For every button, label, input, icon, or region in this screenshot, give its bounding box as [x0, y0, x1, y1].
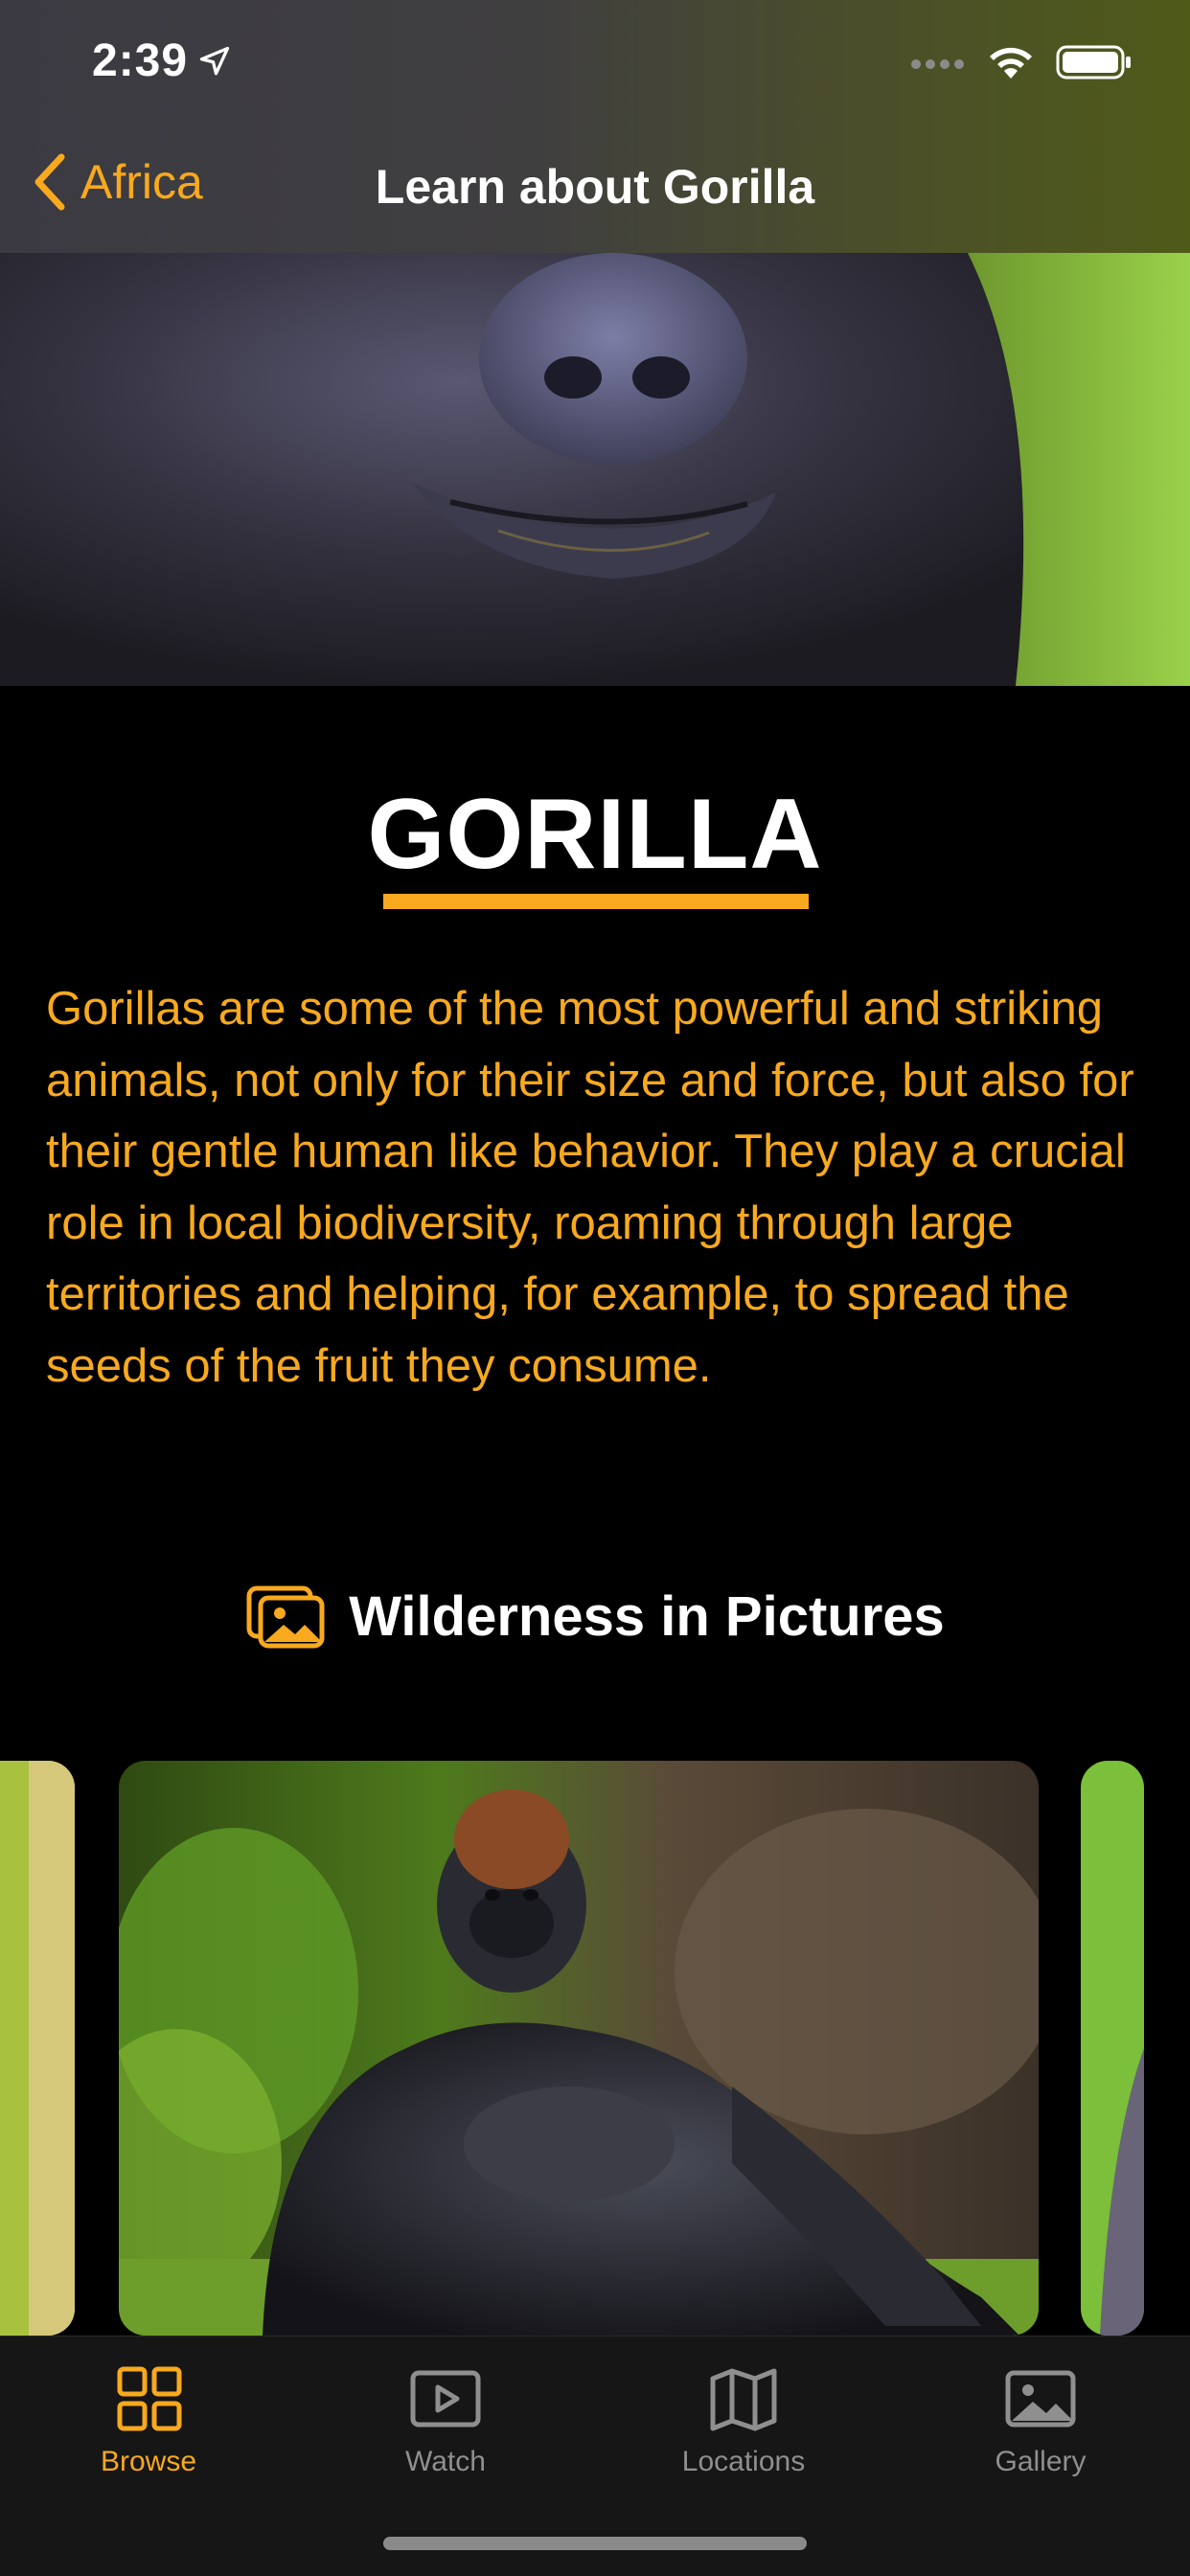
gorilla-sitting-image — [119, 1761, 1039, 2336]
tab-gallery-label: Gallery — [995, 2446, 1087, 2477]
play-icon — [410, 2370, 481, 2428]
hero-image — [0, 253, 1190, 686]
tab-gallery[interactable]: Gallery — [921, 2361, 1160, 2478]
gorilla-partial-right-image — [1081, 1761, 1144, 2336]
tab-locations-label: Locations — [681, 2446, 806, 2477]
tab-watch[interactable]: Watch — [326, 2361, 565, 2478]
tab-browse-label: Browse — [100, 2446, 197, 2477]
carousel-image-right[interactable] — [1081, 1761, 1144, 2336]
section-title: Wilderness in Pictures — [349, 1584, 945, 1648]
carousel-image-main[interactable] — [119, 1761, 1039, 2336]
gorilla-partial-left-image — [0, 1761, 75, 2336]
home-indicator[interactable] — [383, 2537, 807, 2550]
tab-locations[interactable]: Locations — [624, 2361, 863, 2478]
status-time: 2:39 — [92, 34, 232, 87]
status-time-label: 2:39 — [92, 35, 189, 86]
animal-title: GORILLA — [367, 779, 823, 890]
wifi-icon — [990, 47, 1032, 79]
grid-icon — [117, 2366, 182, 2431]
photos-icon — [246, 1585, 325, 1649]
tab-browse[interactable]: Browse — [29, 2361, 268, 2478]
title-underline — [383, 894, 809, 909]
gorilla-face-illustration — [0, 253, 1190, 686]
map-icon — [710, 2368, 777, 2431]
location-arrow-icon — [199, 46, 230, 75]
signal-icon — [911, 59, 964, 69]
photo-icon — [1005, 2370, 1076, 2428]
gallery-section-header: Wilderness in Pictures — [0, 1583, 1190, 1650]
carousel-image-left[interactable] — [0, 1761, 75, 2336]
tab-watch-label: Watch — [405, 2446, 486, 2477]
animal-description: Gorillas are some of the most powerful a… — [46, 983, 1134, 1392]
image-carousel[interactable] — [0, 1761, 1190, 2336]
back-button[interactable]: Africa — [33, 153, 203, 211]
status-icons — [910, 44, 1133, 80]
back-button-label: Africa — [80, 155, 203, 209]
battery-icon — [1056, 45, 1131, 80]
chevron-left-icon — [34, 153, 65, 211]
top-bar: 2:39 Africa Learn about Gorilla — [0, 0, 1190, 253]
